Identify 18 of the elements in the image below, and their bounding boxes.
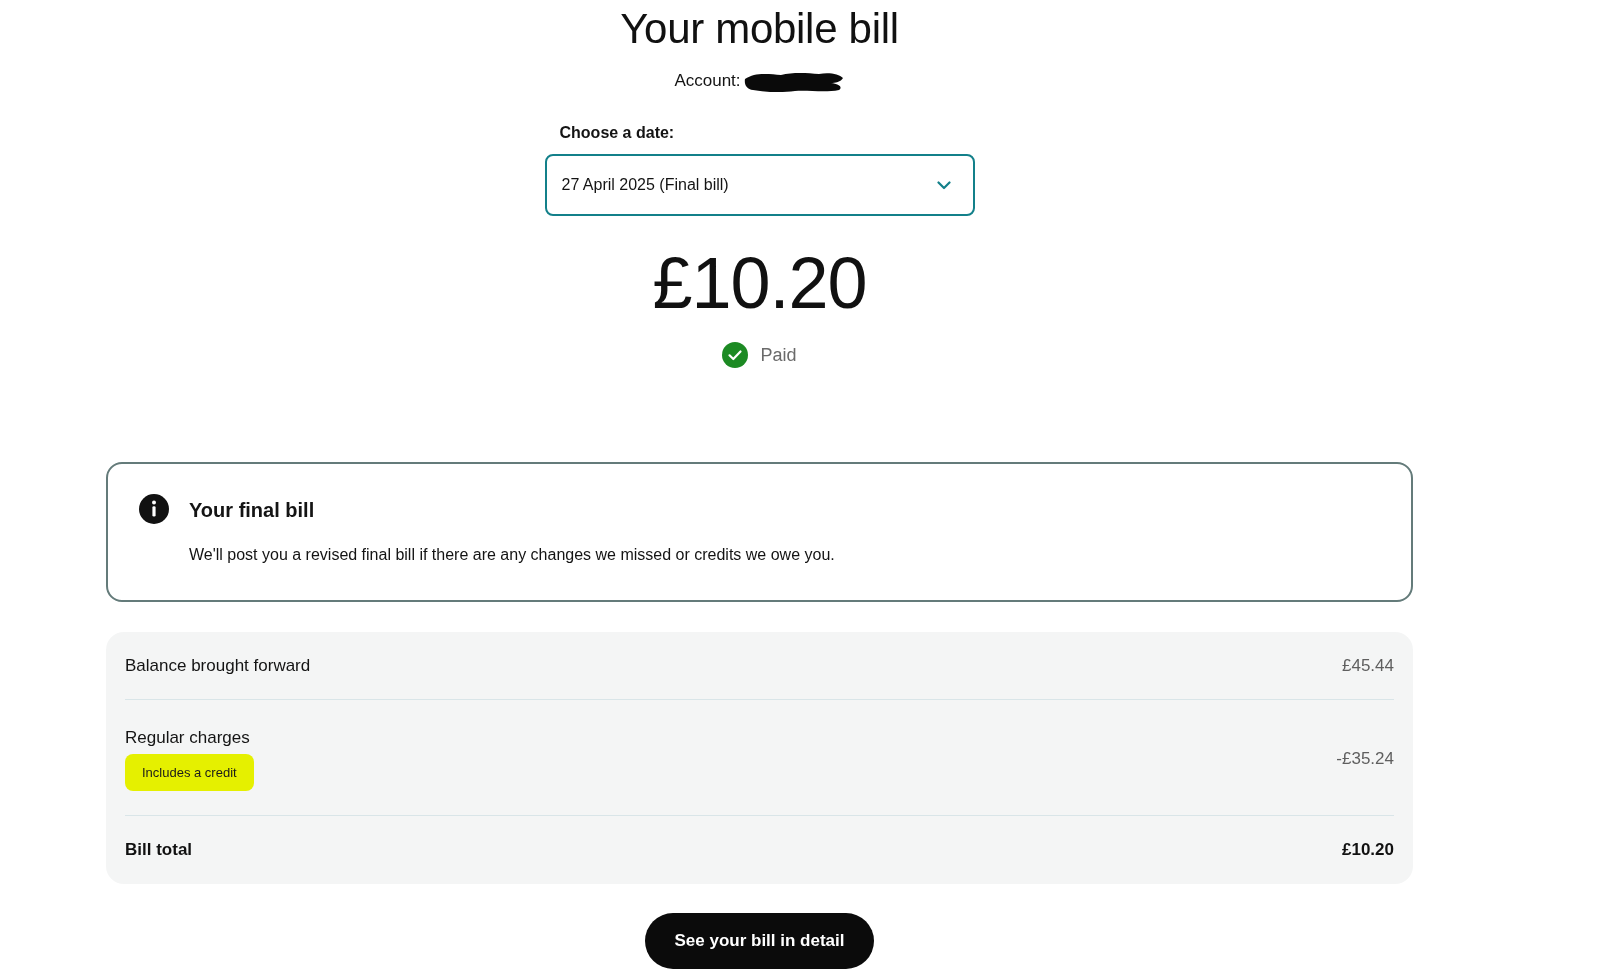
notice-title: Your final bill xyxy=(189,498,316,523)
payment-status: Paid xyxy=(760,344,797,367)
total-amount: £10.20 xyxy=(1342,839,1394,861)
chevron-down-icon xyxy=(936,180,951,190)
info-icon xyxy=(139,494,169,524)
bill-amount: £10.20 xyxy=(652,242,867,324)
charge-amount: £45.44 xyxy=(1342,654,1394,677)
page-title: Your mobile bill xyxy=(620,4,899,54)
notice-text: We'll post you a revised final bill if there are any changes we missed or credits we owe you. xyxy=(189,545,835,565)
charge-label: Regular charges xyxy=(125,727,250,749)
date-select[interactable]: 27 April 2025 (Final bill) xyxy=(544,154,975,216)
charge-label: Balance brought forward xyxy=(125,654,311,677)
account-label: Account: xyxy=(674,70,741,92)
credit-tag: Includes a credit xyxy=(125,754,254,791)
bill-detail-button[interactable]: See your bill in detail xyxy=(645,913,874,969)
charge-amount: -£35.24 xyxy=(1336,747,1394,770)
total-label: Bill total xyxy=(125,839,193,861)
date-picker-label: Choose a date: xyxy=(559,123,675,143)
